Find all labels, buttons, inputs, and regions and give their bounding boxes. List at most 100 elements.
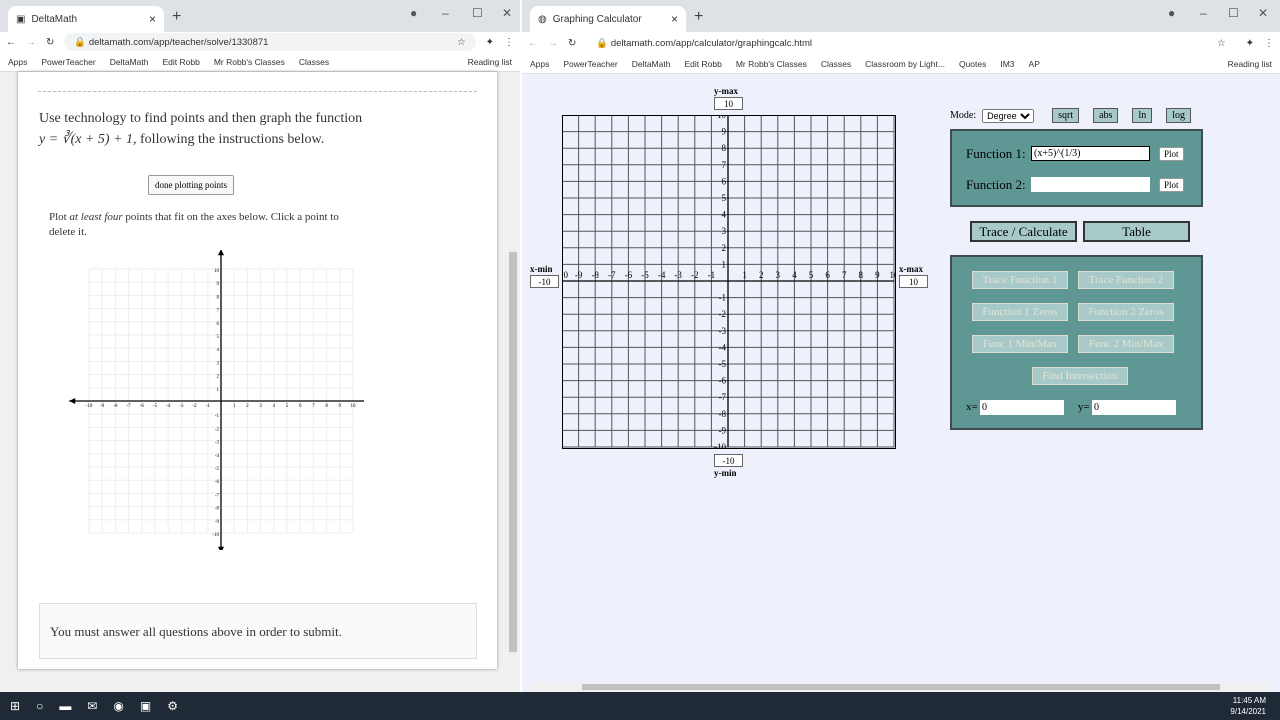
reload-icon[interactable]: ↻ [46, 37, 54, 48]
calculator-graph[interactable]: -10-10-9-9-8-8-7-7-6-6-5-5-4-4-3-3-2-2-1… [562, 115, 896, 449]
x-tick-label: 5 [286, 404, 289, 409]
prompt-suffix: , following the instructions below. [133, 132, 325, 147]
back-icon[interactable]: ← [528, 38, 538, 49]
y-tick-label: 6 [722, 176, 727, 186]
reading-list[interactable]: Reading list [1228, 59, 1272, 69]
find-intersection-button[interactable]: Find Intersection [1032, 367, 1128, 385]
ymax-input[interactable] [714, 97, 743, 110]
mode-select[interactable]: Degree [982, 108, 1035, 123]
y-tick-label: -10 [212, 533, 219, 538]
y-tick-label: -3 [719, 326, 727, 336]
func2-minmax-button[interactable]: Func 2 Min/Max [1078, 335, 1174, 353]
reading-list[interactable]: Reading list [468, 57, 512, 67]
function2-zeros-button[interactable]: Function 2 Zeros [1078, 303, 1174, 321]
minimize-button[interactable]: – [1200, 6, 1207, 20]
close-tab-icon[interactable]: × [149, 12, 156, 26]
extensions-icon[interactable]: ✦ [1246, 38, 1254, 49]
new-tab-button[interactable]: + [172, 8, 181, 26]
tab-graphing-calculator[interactable]: ◍ Graphing Calculator × [530, 6, 686, 32]
bookmark-edit-robb[interactable]: Edit Robb [162, 57, 199, 67]
ymin-label: y-min [714, 468, 737, 478]
url-field[interactable]: 🔒 deltamath.com/app/teacher/solve/133087… [64, 33, 476, 51]
plot-function2-button[interactable]: Plot [1159, 178, 1184, 192]
ymin-input[interactable] [714, 454, 743, 467]
bookmark-star-icon[interactable]: ☆ [1217, 38, 1226, 49]
bookmark-classroom[interactable]: Classroom by Light... [865, 59, 945, 69]
y-tick-label: -1 [719, 293, 727, 303]
trace-calculate-tab[interactable]: Trace / Calculate [970, 221, 1077, 242]
y-tick-label: 3 [722, 226, 727, 236]
extensions-icon[interactable]: ✦ [486, 37, 494, 48]
bookmark-deltamath[interactable]: DeltaMath [110, 57, 149, 67]
y-tick-label: -6 [215, 480, 220, 485]
bookmark-apps[interactable]: Apps [8, 57, 27, 67]
bookmark-classes[interactable]: Classes [821, 59, 851, 69]
url-field[interactable]: 🔒 deltamath.com/app/calculator/graphingc… [586, 34, 1236, 52]
maximize-button[interactable]: ☐ [1228, 6, 1239, 20]
outlook-icon[interactable]: ✉ [87, 699, 97, 713]
x-tick-label: 1 [233, 404, 236, 409]
minimize-button[interactable]: – [442, 6, 449, 20]
log-button[interactable]: log [1166, 108, 1192, 123]
bookmark-powerteacher[interactable]: PowerTeacher [563, 59, 617, 69]
maximize-button[interactable]: ☐ [472, 6, 483, 20]
bookmark-powerteacher[interactable]: PowerTeacher [41, 57, 95, 67]
settings-icon[interactable]: ⚙ [167, 699, 178, 713]
y-tick-label: -8 [215, 507, 220, 512]
bookmark-deltamath[interactable]: DeltaMath [632, 59, 671, 69]
forward-icon[interactable]: → [26, 37, 36, 48]
x-tick-label: -7 [127, 404, 132, 409]
plot-function1-button[interactable]: Plot [1159, 147, 1184, 161]
close-window-button[interactable]: ✕ [1258, 6, 1268, 20]
sqrt-button[interactable]: sqrt [1052, 108, 1080, 123]
reload-icon[interactable]: ↻ [568, 38, 576, 49]
horizontal-scrollbar[interactable] [532, 682, 1270, 692]
tab-bar: ▣ DeltaMath × + ● – ☐ ✕ [0, 0, 520, 32]
plot-points-graph[interactable]: -10 -10 -9 -9 -8 -8 -7 -7 -6 -6 -5 -5 -4 -4 -3 -3 -2 -2 -1… [54, 250, 364, 550]
zoom-icon[interactable]: ▣ [140, 699, 151, 713]
profile-dropdown-icon[interactable]: ● [1168, 6, 1175, 20]
bookmark-edit-robb[interactable]: Edit Robb [684, 59, 721, 69]
abs-button[interactable]: abs [1093, 108, 1119, 123]
bookmark-ap[interactable]: AP [1029, 59, 1040, 69]
bookmark-apps[interactable]: Apps [530, 59, 549, 69]
file-explorer-icon[interactable]: ▬ [59, 699, 71, 713]
deltamath-favicon-icon: ▣ [16, 13, 26, 25]
table-tab[interactable]: Table [1083, 221, 1190, 242]
xmax-input[interactable] [899, 275, 928, 288]
start-icon[interactable]: ⊞ [10, 699, 20, 713]
bookmark-mr-robbs-classes[interactable]: Mr Robb's Classes [736, 59, 807, 69]
trace-function2-button[interactable]: Trace Function 2 [1078, 271, 1174, 289]
x-value-input[interactable] [980, 400, 1064, 415]
menu-icon[interactable]: ⋮ [1264, 38, 1274, 49]
bookmark-im3[interactable]: IM3 [1000, 59, 1014, 69]
x-tick-label: -6 [140, 404, 145, 409]
search-icon[interactable]: ○ [36, 699, 43, 713]
url-text: deltamath.com/app/calculator/graphingcal… [610, 37, 813, 49]
trace-function1-button[interactable]: Trace Function 1 [972, 271, 1068, 289]
chrome-icon[interactable]: ◉ [113, 699, 123, 713]
function1-zeros-button[interactable]: Function 1 Zeros [972, 303, 1068, 321]
profile-dropdown-icon[interactable]: ● [410, 6, 417, 20]
bookmark-quotes[interactable]: Quotes [959, 59, 986, 69]
clock: 11:45 AM 9/14/2021 [1230, 695, 1266, 717]
menu-icon[interactable]: ⋮ [504, 37, 514, 48]
close-window-button[interactable]: ✕ [502, 6, 512, 20]
scrollbar[interactable] [508, 72, 518, 692]
bookmark-star-icon[interactable]: ☆ [457, 37, 466, 48]
bookmark-classes[interactable]: Classes [299, 57, 329, 67]
tab-deltamath[interactable]: ▣ DeltaMath × [8, 6, 164, 32]
ln-button[interactable]: ln [1132, 108, 1153, 123]
done-plotting-button[interactable]: done plotting points [148, 175, 234, 195]
bookmark-mr-robbs-classes[interactable]: Mr Robb's Classes [214, 57, 285, 67]
forward-icon[interactable]: → [548, 38, 558, 49]
back-icon[interactable]: ← [6, 37, 16, 48]
new-tab-button[interactable]: + [694, 8, 703, 26]
close-tab-icon[interactable]: × [671, 12, 678, 26]
function1-input[interactable] [1031, 146, 1150, 161]
func1-minmax-button[interactable]: Func 1 Min/Max [972, 335, 1068, 353]
function2-input[interactable] [1031, 177, 1150, 192]
instr-pre: Plot [49, 211, 70, 223]
y-value-input[interactable] [1092, 400, 1176, 415]
xmin-input[interactable] [530, 275, 559, 288]
